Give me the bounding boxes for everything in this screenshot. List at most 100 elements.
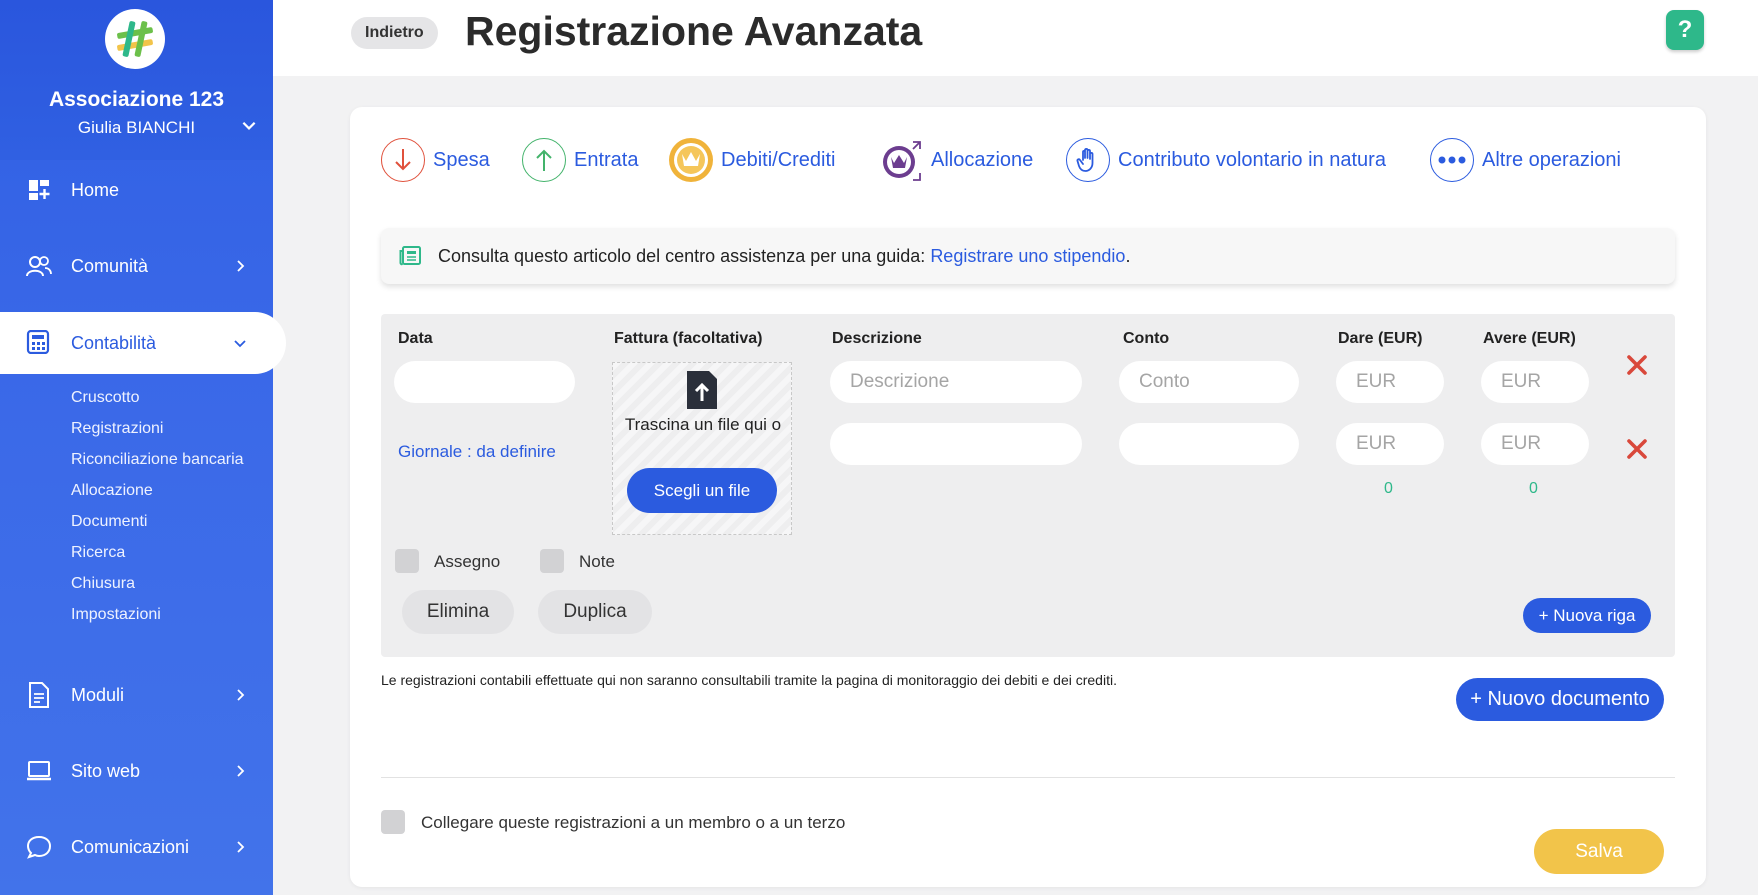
op-debiti-crediti[interactable]: Debiti/Crediti bbox=[669, 138, 835, 182]
op-altre-operazioni[interactable]: Altre operazioni bbox=[1430, 138, 1621, 182]
chevron-down-icon[interactable] bbox=[240, 116, 258, 134]
file-upload-icon bbox=[687, 371, 717, 409]
org-name: Associazione 123 bbox=[48, 88, 225, 111]
chevron-down-icon bbox=[234, 340, 246, 348]
more-icon bbox=[1430, 138, 1474, 182]
submenu-item-documenti[interactable]: Documenti bbox=[71, 510, 244, 541]
choose-file-button[interactable]: Scegli un file bbox=[627, 468, 777, 513]
account-input[interactable] bbox=[1119, 361, 1299, 403]
date-input[interactable] bbox=[394, 361, 575, 403]
crown-arrows-icon bbox=[879, 138, 923, 182]
note-checkbox[interactable] bbox=[540, 549, 564, 573]
sidebar-item-moduli[interactable]: Moduli bbox=[0, 666, 273, 724]
op-contributo-natura[interactable]: Contributo volontario in natura bbox=[1066, 138, 1386, 182]
divider bbox=[381, 777, 1675, 778]
info-note: Le registrazioni contabili effettuate qu… bbox=[381, 672, 1117, 688]
add-row-button[interactable]: + Nuova riga bbox=[1523, 598, 1651, 633]
submenu-item-ricerca[interactable]: Ricerca bbox=[71, 541, 244, 572]
assegno-checkbox[interactable] bbox=[395, 549, 419, 573]
crown-icon bbox=[669, 138, 713, 182]
journal-link[interactable]: Giornale : da definire bbox=[398, 442, 556, 462]
total-debit: 0 bbox=[1384, 480, 1393, 497]
op-label: Debiti/Crediti bbox=[721, 148, 836, 171]
sidebar-submenu: Cruscotto Registrazioni Riconciliazione … bbox=[71, 386, 244, 634]
op-entrata[interactable]: Entrata bbox=[522, 138, 638, 182]
hand-icon bbox=[1066, 138, 1110, 182]
help-article-link[interactable]: Registrare uno stipendio bbox=[930, 246, 1125, 266]
newspaper-icon bbox=[399, 245, 421, 267]
op-label: Entrata bbox=[574, 148, 639, 171]
help-info-bar: Consulta questo articolo del centro assi… bbox=[381, 228, 1675, 284]
dashboard-icon bbox=[26, 177, 52, 203]
op-label: Spesa bbox=[433, 148, 490, 171]
submenu-item-riconciliazione[interactable]: Riconciliazione bancaria bbox=[71, 448, 244, 479]
back-button[interactable]: Indietro bbox=[351, 17, 438, 49]
duplicate-button[interactable]: Duplica bbox=[538, 590, 652, 634]
submenu-item-registrazioni[interactable]: Registrazioni bbox=[71, 417, 244, 448]
op-spesa[interactable]: Spesa bbox=[381, 138, 490, 182]
description-input[interactable] bbox=[830, 361, 1082, 403]
sidebar-item-label: Comunicazioni bbox=[71, 836, 190, 857]
note-label: Note bbox=[579, 552, 615, 571]
delete-button[interactable]: Elimina bbox=[402, 590, 514, 634]
sidebar-item-label: Moduli bbox=[71, 684, 125, 705]
calculator-icon bbox=[26, 329, 52, 356]
account-input-2[interactable] bbox=[1119, 423, 1299, 465]
column-header-dare: Dare (EUR) bbox=[1338, 330, 1423, 347]
assegno-label: Assegno bbox=[434, 552, 501, 571]
column-header-fattura: Fattura (facoltativa) bbox=[614, 330, 763, 347]
users-icon bbox=[26, 253, 52, 279]
chevron-right-icon bbox=[237, 765, 245, 777]
delete-row-icon[interactable] bbox=[1626, 354, 1648, 376]
chevron-right-icon bbox=[237, 689, 245, 701]
arrow-up-icon bbox=[522, 138, 566, 182]
sidebar-item-comunita[interactable]: Comunità bbox=[0, 237, 273, 295]
help-button[interactable]: ? bbox=[1666, 10, 1704, 50]
laptop-icon bbox=[26, 758, 52, 784]
column-header-avere: Avere (EUR) bbox=[1483, 330, 1576, 347]
chevron-right-icon bbox=[237, 841, 245, 853]
document-icon bbox=[26, 682, 52, 708]
sidebar-item-home[interactable]: Home bbox=[0, 161, 273, 219]
link-member-label: Collegare queste registrazioni a un memb… bbox=[421, 813, 846, 832]
sidebar-item-label: Sito web bbox=[71, 760, 141, 781]
sidebar-item-comunicazioni[interactable]: Comunicazioni bbox=[0, 818, 273, 876]
sidebar: Associazione 123 Giulia BIANCHI Home Com… bbox=[0, 0, 286, 895]
org-logo[interactable] bbox=[105, 9, 165, 69]
user-name[interactable]: Giulia BIANCHI bbox=[0, 118, 273, 138]
sidebar-item-label: Home bbox=[71, 179, 120, 200]
delete-row-icon[interactable] bbox=[1626, 438, 1648, 460]
debit-input[interactable] bbox=[1336, 361, 1444, 403]
help-info-text: Consulta questo articolo del centro assi… bbox=[438, 246, 1130, 267]
chevron-right-icon bbox=[237, 260, 245, 272]
sidebar-header: Associazione 123 Giulia BIANCHI bbox=[0, 0, 273, 160]
arrow-down-icon bbox=[381, 138, 425, 182]
op-label: Contributo volontario in natura bbox=[1118, 148, 1386, 171]
sidebar-item-contabilita[interactable]: Contabilità bbox=[0, 312, 286, 374]
submenu-item-cruscotto[interactable]: Cruscotto bbox=[71, 386, 244, 417]
file-dropzone[interactable]: Trascina un file qui o Scegli un file bbox=[612, 362, 792, 535]
dropzone-text: Trascina un file qui o bbox=[624, 415, 782, 434]
credit-input[interactable] bbox=[1481, 361, 1589, 403]
op-allocazione[interactable]: Allocazione bbox=[879, 138, 1033, 182]
credit-input-2[interactable] bbox=[1481, 423, 1589, 465]
description-input-2[interactable] bbox=[830, 423, 1082, 465]
help-info-sentence: Consulta questo articolo del centro assi… bbox=[438, 245, 931, 266]
chat-icon bbox=[26, 834, 52, 860]
page-title: Registrazione Avanzata bbox=[465, 8, 923, 54]
link-member-checkbox[interactable] bbox=[381, 810, 405, 834]
sidebar-item-sito-web[interactable]: Sito web bbox=[0, 742, 273, 800]
column-header-descrizione: Descrizione bbox=[832, 330, 922, 347]
debit-input-2[interactable] bbox=[1336, 423, 1444, 465]
submenu-item-chiusura[interactable]: Chiusura bbox=[71, 572, 244, 603]
new-document-button[interactable]: + Nuovo documento bbox=[1456, 678, 1664, 721]
total-credit: 0 bbox=[1529, 480, 1538, 497]
sidebar-item-label: Comunità bbox=[71, 255, 149, 276]
submenu-item-impostazioni[interactable]: Impostazioni bbox=[71, 603, 244, 634]
column-header-conto: Conto bbox=[1123, 330, 1170, 347]
submenu-item-allocazione[interactable]: Allocazione bbox=[71, 479, 244, 510]
save-button[interactable]: Salva bbox=[1534, 829, 1664, 874]
help-info-end: . bbox=[1125, 245, 1131, 266]
sidebar-item-label: Contabilità bbox=[71, 332, 157, 353]
op-label: Altre operazioni bbox=[1482, 148, 1621, 171]
